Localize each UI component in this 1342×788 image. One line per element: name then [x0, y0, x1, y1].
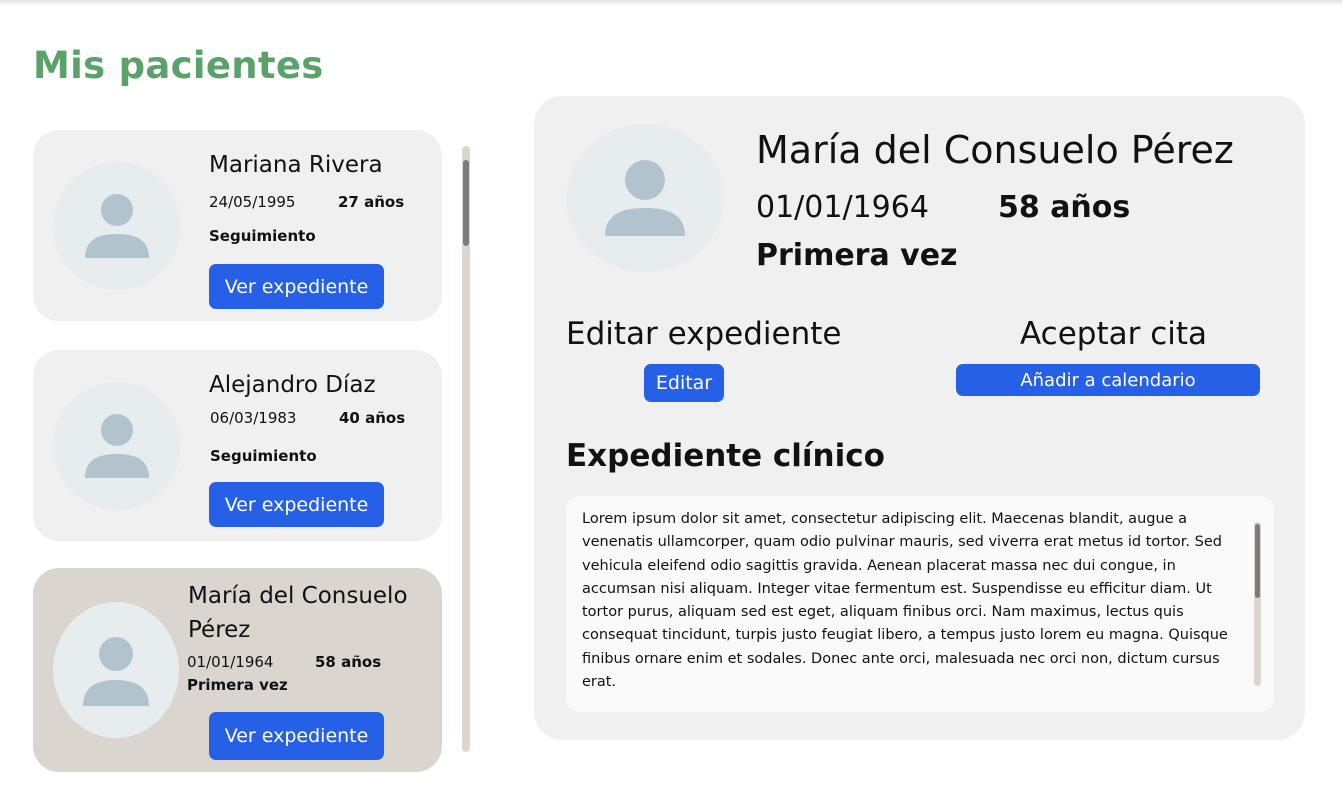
patient-name: Mariana Rivera [209, 152, 383, 178]
patient-age: 58 años [315, 653, 382, 671]
patient-status: Seguimiento [210, 447, 317, 465]
user-avatar-icon [566, 124, 724, 272]
patient-card[interactable]: Mariana Rivera 24/05/1995 27 años Seguim… [33, 130, 442, 321]
patient-status: Primera vez [187, 676, 288, 694]
patient-card[interactable]: Alejandro Díaz 06/03/1983 40 años Seguim… [33, 350, 442, 541]
view-record-button[interactable]: Ver expediente [209, 482, 384, 527]
patient-name: Alejandro Díaz [209, 372, 376, 398]
edit-button[interactable]: Editar [644, 364, 724, 402]
view-record-button[interactable]: Ver expediente [209, 712, 384, 760]
patient-age: 27 años [338, 193, 405, 211]
detail-patient-age: 58 años [998, 190, 1131, 225]
detail-patient-dob: 01/01/1964 [756, 190, 929, 225]
accept-appointment-heading: Aceptar cita [1020, 316, 1208, 352]
page-title: Mis pacientes [33, 44, 324, 87]
patient-dob: 06/03/1983 [210, 409, 297, 427]
clinical-record-text: Lorem ipsum dolor sit amet, consectetur … [582, 511, 1228, 691]
top-shadow-bar [0, 0, 1342, 6]
patient-status: Seguimiento [209, 227, 316, 245]
patient-dob: 24/05/1995 [209, 193, 296, 211]
scrollbar-thumb[interactable] [1255, 524, 1260, 598]
user-avatar-icon [53, 602, 179, 738]
patient-age: 40 años [339, 409, 406, 427]
detail-patient-status: Primera vez [756, 238, 958, 273]
edit-record-heading: Editar expediente [566, 316, 842, 352]
add-to-calendar-button[interactable]: Añadir a calendario [956, 364, 1260, 396]
patient-card-selected[interactable]: María del Consuelo Pérez 01/01/1964 58 a… [33, 568, 442, 772]
view-record-button[interactable]: Ver expediente [209, 264, 384, 309]
user-avatar-icon [53, 162, 181, 290]
user-avatar-icon [53, 382, 181, 510]
patient-dob: 01/01/1964 [187, 653, 274, 671]
patient-list-scrollbar[interactable] [462, 146, 470, 752]
scrollbar-thumb[interactable] [463, 160, 469, 246]
clinical-record-scrollbar[interactable] [1254, 522, 1261, 686]
detail-patient-name: María del Consuelo Pérez [756, 128, 1234, 172]
clinical-record-heading: Expediente clínico [566, 438, 885, 474]
patient-name: María del Consuelo Pérez [188, 583, 408, 643]
clinical-record-box: Lorem ipsum dolor sit amet, consectetur … [566, 496, 1274, 712]
patient-detail-panel: María del Consuelo Pérez 01/01/1964 58 a… [534, 96, 1305, 740]
